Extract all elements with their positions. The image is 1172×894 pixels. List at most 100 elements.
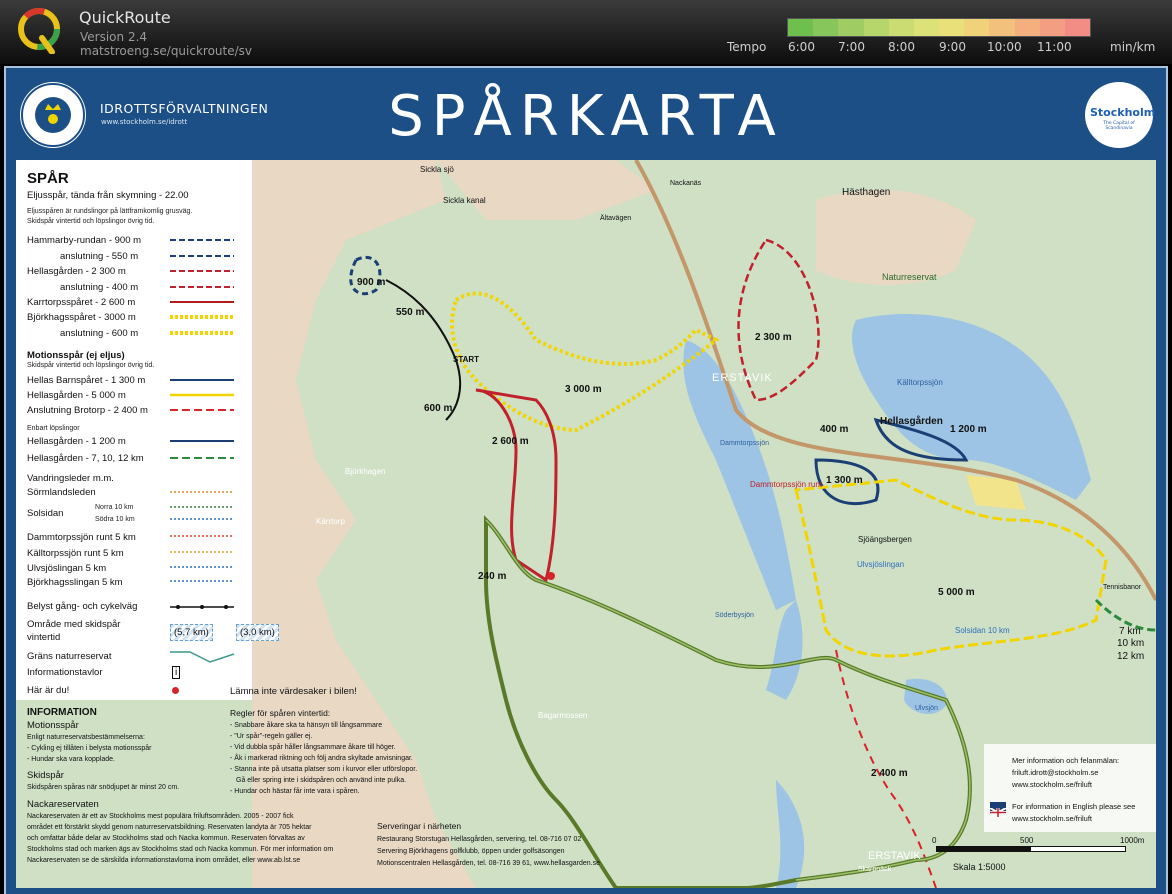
start-label: START (453, 355, 480, 364)
legend-item: Hellasgården - 7, 10, 12 km (27, 453, 144, 464)
contact-text: Mer information och felanmälan: (1012, 756, 1120, 765)
tempo-color-swatch (964, 19, 990, 36)
trail-label: 10 km (1117, 638, 1145, 649)
legend-enbart-title: Enbart löpslingor (27, 425, 80, 432)
rule-text: Gå eller spring inte i skidspåren och an… (236, 777, 407, 784)
legend-item: Hellasgården - 1 200 m (27, 436, 126, 447)
legend-item: vintertid (27, 632, 61, 643)
contact-english: For information in English please see (1012, 802, 1136, 811)
map-label: Källtorpssjön (897, 378, 943, 387)
map-label: Sickla kanal (443, 196, 486, 205)
tempo-tick: 11:00 (1037, 40, 1072, 54)
tempo-color-swatch (863, 19, 889, 36)
map-label: Skarpnäck (858, 866, 892, 873)
map-label: Björkhagen (345, 467, 386, 476)
map-title: SPÅRKARTA (388, 84, 784, 149)
tempo-tick: 9:00 (939, 40, 966, 54)
trail-label: 5 000 m (938, 587, 975, 598)
rules-heading: Regler för spåren vintertid: (230, 708, 331, 718)
info-text: Nackareservaten se de särskilda informat… (27, 857, 301, 864)
map-label: Bagarmossen (538, 711, 588, 720)
serveringar-heading: Serveringar i närheten (377, 821, 462, 831)
tempo-color-swatch (788, 19, 814, 36)
tempo-color-swatch (813, 19, 839, 36)
legend-item: anslutning - 600 m (60, 328, 139, 339)
tempo-tick: 8:00 (888, 40, 915, 54)
app-url[interactable]: matstroeng.se/quickroute/sv (80, 44, 252, 58)
tempo-tick: 7:00 (838, 40, 865, 54)
info-motion-heading: Motionsspår (27, 720, 79, 731)
trail-label: 12 km (1117, 651, 1145, 662)
scale-tick: 1000m (1120, 836, 1145, 845)
contact-url[interactable]: www.stockholm.se/friluft (1012, 780, 1092, 789)
rule-text: - "Ur spår"-regeln gäller ej. (230, 733, 313, 740)
rule-text: - Åk i markerad riktning och följ andra … (230, 755, 413, 762)
map-label: Nackanäs (670, 180, 702, 187)
contact-email[interactable]: friluft.idrott@stockholm.se (1012, 768, 1098, 777)
tempo-unit: min/km (1110, 40, 1156, 54)
trail-label: 900 m (357, 277, 386, 288)
trail-label: 1 200 m (950, 424, 987, 435)
info-text: Skidspåren spåras när snödjupet är minst… (27, 784, 180, 791)
map-label: Dammtorpssjön runt (750, 480, 823, 489)
legend-item: Gräns naturreservat (27, 651, 112, 662)
legend-item: Hellas Barnspåret - 1 300 m (27, 375, 146, 386)
legend-item: Björkhagsslingan 5 km (27, 577, 123, 588)
map-label: Ältavägen (600, 215, 632, 222)
legend-item: Anslutning Brotorp - 2 400 m (27, 405, 148, 416)
legend-skidspar-box: (3,0 km) (236, 624, 279, 641)
legend-item: Solsidan (27, 508, 64, 519)
stockholm-logo-sub: The Capital of Scandinavia (1103, 121, 1135, 131)
legend-item: Sörmlandsleden (27, 487, 96, 498)
legend-symbols-enbart (170, 440, 234, 459)
tempo-color-swatch (939, 19, 965, 36)
legend-item: Område med skidspår (27, 619, 121, 630)
info-text: Enligt naturreservatsbestämmelserna: (27, 734, 145, 741)
legend-item: Hammarby-rundan - 900 m (27, 235, 142, 246)
app-titlebar: QuickRoute Version 2.4 matstroeng.se/qui… (0, 0, 1172, 64)
trail-label: 7 km (1119, 626, 1141, 637)
tempo-color-swatch (888, 19, 914, 36)
contact-url[interactable]: www.stockholm.se/friluft (1012, 814, 1092, 823)
info-text: området ett förstärkt skydd genom naturr… (27, 824, 312, 831)
legend-item: Dammtorpssjön runt 5 km (27, 532, 136, 543)
here-marker-icon (172, 687, 179, 694)
legend-item: Hellasgården - 2 300 m (27, 266, 126, 277)
warning-text: Lämna inte värdesaker i bilen! (230, 686, 357, 697)
legend-grans-symbol (170, 651, 235, 663)
uk-flag-icon (989, 802, 1007, 818)
rule-text: - Snabbare åkare ska ta hänsyn till lång… (230, 722, 383, 729)
app-name: QuickRoute (79, 8, 171, 27)
legend-item: Ulvsjöslingan 5 km (27, 563, 107, 574)
tempo-color-swatch (1039, 19, 1065, 36)
info-skid-heading: Skidspår (27, 770, 64, 781)
servering-item: Restaurang Storstugan Hellasgården, serv… (377, 836, 582, 843)
legend-motion-title: Motionsspår (ej eljus) (27, 350, 125, 361)
legend-vandring-title: Vandringsleder m.m. (27, 473, 114, 484)
legend-symbols-motion (170, 379, 234, 411)
info-nacka-heading: Nackareservaten (27, 799, 99, 810)
legend-item: Belyst gång- och cykelväg (27, 601, 138, 612)
trail-label: 240 m (478, 571, 507, 582)
legend-item: Södra 10 km (95, 516, 135, 523)
info-text: - Cykling ej tillåten i belysta motionss… (27, 745, 152, 752)
trail-label: 400 m (820, 424, 849, 435)
legend-heading: SPÅR (27, 170, 69, 187)
legend-item: Informationstavlor (27, 667, 103, 678)
legend-item: Karrtorpsspåret - 2 600 m (27, 297, 136, 308)
legend-item: anslutning - 550 m (60, 251, 139, 262)
servering-item: Motionscentralen Hellasgården, tel. 08-7… (377, 860, 600, 867)
info-text: - Hundar ska vara kopplade. (27, 756, 115, 763)
info-text: Stockholms stad och marken ägs av Stockh… (27, 846, 334, 853)
info-text: och omfattar både delar av Stockholms st… (27, 835, 305, 842)
map-label: Sjöängsbergen (858, 535, 912, 544)
trail-label: 550 m (396, 307, 425, 318)
rule-text: - Vid dubbla spår håller långsammare åka… (230, 744, 396, 751)
scale-label: Skala 1:5000 (953, 862, 1006, 872)
app-version: Version 2.4 (80, 30, 148, 44)
trail-label: 600 m (424, 403, 453, 414)
legend-note: Eljusspåren är rundslingor på lättframko… (27, 208, 193, 215)
tempo-color-swatch (1064, 19, 1091, 36)
tempo-tick: 6:00 (788, 40, 815, 54)
tempo-color-scale[interactable] (787, 18, 1091, 37)
